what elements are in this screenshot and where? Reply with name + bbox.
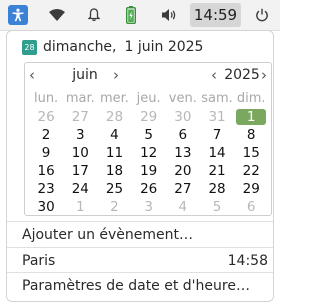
- calendar-week-row: 26 27 28 29 30 31 1: [29, 108, 269, 126]
- divider: [7, 221, 273, 222]
- weekday-label: ven.: [168, 91, 197, 106]
- clock-label: 14:59: [193, 6, 238, 24]
- divider: [7, 247, 273, 248]
- calendar-day[interactable]: 22: [234, 162, 268, 180]
- calendar: ‹ juin › ‹ 2025 › lun. mar. mer. jeu. ve…: [24, 62, 272, 216]
- calendar-day[interactable]: 28: [200, 180, 234, 198]
- volume-button[interactable]: [156, 0, 182, 30]
- calendar-day[interactable]: 18: [97, 162, 131, 180]
- calendar-day-outside[interactable]: 26: [29, 108, 63, 126]
- calendar-day-outside[interactable]: 5: [200, 198, 234, 216]
- calendar-day[interactable]: 9: [29, 144, 63, 162]
- today-day-label: 1: [236, 109, 267, 125]
- month-label: juin: [72, 67, 98, 83]
- top-panel: 14:59: [0, 0, 280, 31]
- year-label: 2025: [224, 67, 260, 83]
- accessibility-icon: [8, 5, 28, 25]
- calendar-week-row: 9 10 11 12 13 14 15: [29, 144, 269, 162]
- calendar-day[interactable]: 3: [63, 126, 97, 144]
- calendar-day[interactable]: 6: [166, 126, 200, 144]
- calendar-day[interactable]: 23: [29, 180, 63, 198]
- calendar-day[interactable]: 19: [132, 162, 166, 180]
- calendar-day[interactable]: 14: [200, 144, 234, 162]
- calendar-day[interactable]: 7: [200, 126, 234, 144]
- calendar-day[interactable]: 30: [29, 198, 63, 216]
- calendar-day-outside[interactable]: 27: [63, 108, 97, 126]
- calendar-day[interactable]: 20: [166, 162, 200, 180]
- calendar-day-outside[interactable]: 28: [97, 108, 131, 126]
- chevron-right-icon: ›: [113, 66, 119, 84]
- calendar-day[interactable]: 17: [63, 162, 97, 180]
- add-event-item[interactable]: Ajouter un évènement…: [22, 227, 193, 243]
- calendar-day-outside[interactable]: 1: [63, 198, 97, 216]
- weekday-label: dim.: [236, 91, 266, 106]
- calendar-day[interactable]: 26: [132, 180, 166, 198]
- calendar-day[interactable]: 2: [29, 126, 63, 144]
- calendar-week-row: 23 24 25 26 27 28 29: [29, 180, 269, 198]
- network-button[interactable]: [44, 0, 70, 30]
- chevron-right-icon: ›: [261, 66, 267, 84]
- calendar-day[interactable]: 29: [234, 180, 268, 198]
- calendar-day-outside[interactable]: 4: [166, 198, 200, 216]
- calendar-day[interactable]: 8: [234, 126, 268, 144]
- calendar-day-outside[interactable]: 29: [132, 108, 166, 126]
- world-clock-city[interactable]: Paris: [22, 253, 55, 269]
- calendar-app-icon: 28: [22, 39, 37, 55]
- calendar-day-outside[interactable]: 3: [132, 198, 166, 216]
- date-full: 1 juin 2025: [124, 39, 204, 55]
- calendar-grid: lun. mar. mer. jeu. ven. sam. dim. 26 27…: [29, 90, 269, 216]
- calendar-week-row: 30 1 2 3 4 5 6: [29, 198, 269, 216]
- calendar-day-outside[interactable]: 30: [166, 108, 200, 126]
- weekday-label: mar.: [65, 91, 95, 106]
- calendar-day[interactable]: 27: [166, 180, 200, 198]
- calendar-day[interactable]: 21: [200, 162, 234, 180]
- calendar-day-outside[interactable]: 2: [97, 198, 131, 216]
- date-header[interactable]: 28 dimanche, 1 juin 2025: [22, 37, 203, 57]
- world-clock-time: 14:58: [227, 253, 268, 269]
- date-weekday: dimanche,: [43, 39, 117, 55]
- calendar-day[interactable]: 5: [132, 126, 166, 144]
- calendar-day-outside[interactable]: 31: [200, 108, 234, 126]
- clock-button[interactable]: 14:59: [190, 3, 241, 27]
- calendar-day-today[interactable]: 1: [234, 108, 268, 126]
- weekday-label: sam.: [201, 91, 233, 106]
- weekday-label: lun.: [33, 91, 59, 106]
- calendar-day[interactable]: 11: [97, 144, 131, 162]
- wifi-icon: [49, 9, 65, 21]
- weekday-label: mer.: [99, 91, 129, 106]
- calendar-day[interactable]: 12: [132, 144, 166, 162]
- calendar-day[interactable]: 13: [166, 144, 200, 162]
- calendar-day-outside[interactable]: 6: [234, 198, 268, 216]
- prev-month-button[interactable]: ‹: [29, 65, 35, 85]
- next-year-button[interactable]: ›: [261, 65, 267, 85]
- calendar-day[interactable]: 25: [97, 180, 131, 198]
- date-time-settings-item[interactable]: Paramètres de date et d'heure…: [22, 278, 250, 294]
- notifications-button[interactable]: [84, 0, 104, 30]
- divider: [7, 272, 273, 273]
- next-month-button[interactable]: ›: [113, 65, 119, 85]
- battery-indicator[interactable]: [122, 0, 140, 30]
- calendar-week-row: 2 3 4 5 6 7 8: [29, 126, 269, 144]
- calendar-day[interactable]: 16: [29, 162, 63, 180]
- calendar-day[interactable]: 4: [97, 126, 131, 144]
- calendar-day[interactable]: 10: [63, 144, 97, 162]
- prev-year-button[interactable]: ‹: [211, 65, 217, 85]
- calendar-day[interactable]: 24: [63, 180, 97, 198]
- battery-icon: [126, 6, 136, 24]
- power-menu-button[interactable]: [251, 0, 273, 30]
- chevron-left-icon: ‹: [211, 66, 217, 84]
- accessibility-menu-button[interactable]: [7, 0, 29, 30]
- power-icon: [256, 8, 268, 22]
- bell-icon: [88, 8, 100, 22]
- calendar-week-row: 16 17 18 19 20 21 22: [29, 162, 269, 180]
- volume-icon: [162, 9, 176, 21]
- weekday-label: jeu.: [136, 91, 161, 106]
- calendar-day[interactable]: 15: [234, 144, 268, 162]
- weekday-header-row: lun. mar. mer. jeu. ven. sam. dim.: [29, 90, 269, 108]
- chevron-left-icon: ‹: [29, 66, 35, 84]
